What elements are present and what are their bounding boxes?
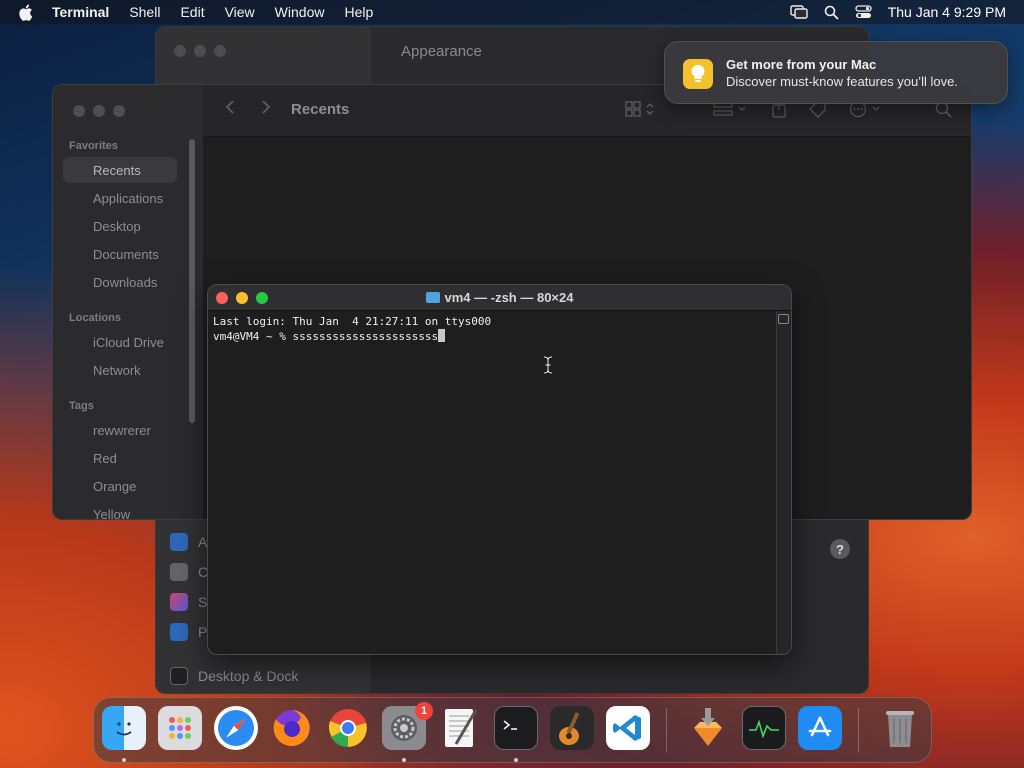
help-button[interactable]: ? xyxy=(830,539,850,559)
menu-help[interactable]: Help xyxy=(344,4,373,20)
close-button[interactable] xyxy=(174,45,186,57)
dock-vscode-icon[interactable] xyxy=(606,706,650,750)
screen-mirroring-icon[interactable] xyxy=(790,5,808,19)
tips-lightbulb-icon xyxy=(683,59,713,89)
dock-finder-icon[interactable] xyxy=(102,706,146,750)
folder-icon xyxy=(425,292,440,303)
dock-garageband-icon[interactable] xyxy=(550,706,594,750)
dock-textedit-icon[interactable] xyxy=(438,706,482,750)
terminal-title: vm4 — -zsh — 80×24 xyxy=(208,290,791,305)
dock-safari-icon[interactable] xyxy=(214,706,258,750)
sidebar-item-recents[interactable]: Recents xyxy=(63,157,177,183)
group-icon[interactable] xyxy=(713,101,749,122)
sidebar-item-tag-rewwrerer[interactable]: rewwrerer xyxy=(63,417,177,443)
settings-item-desktop-dock[interactable]: Desktop & Dock xyxy=(170,661,298,691)
sidebar-item-documents[interactable]: Documents xyxy=(63,241,177,267)
sidebar-section-locations: Locations xyxy=(69,312,121,324)
menu-window[interactable]: Window xyxy=(275,4,325,20)
control-center-icon xyxy=(170,563,188,581)
dock-running-indicator xyxy=(122,758,126,762)
dock-separator xyxy=(858,708,859,752)
menu-bar: Terminal Shell Edit View Window Help Thu… xyxy=(0,0,1024,24)
sidebar-item-applications[interactable]: Applications xyxy=(63,185,177,211)
accessibility-icon xyxy=(170,533,188,551)
typed-command: ssssssssssssssssssssss xyxy=(292,330,439,343)
sidebar-item-network[interactable]: Network xyxy=(63,357,177,383)
control-center-icon[interactable] xyxy=(855,5,872,19)
privacy-hand-icon xyxy=(170,623,188,641)
finder-traffic-lights xyxy=(73,105,125,117)
dock-terminal-icon[interactable] xyxy=(494,706,538,750)
dock-running-indicator xyxy=(402,758,406,762)
sidebar-item-desktop[interactable]: Desktop xyxy=(63,213,177,239)
terminal-window[interactable]: vm4 — -zsh — 80×24 Last login: Thu Jan 4… xyxy=(207,284,792,655)
zoom-button[interactable] xyxy=(113,105,125,117)
desktop-dock-icon xyxy=(170,667,188,685)
close-button[interactable] xyxy=(73,105,85,117)
menu-edit[interactable]: Edit xyxy=(180,4,204,20)
zoom-button[interactable] xyxy=(214,45,226,57)
dock-firefox-icon[interactable] xyxy=(270,706,314,750)
menubar-clock[interactable]: Thu Jan 4 9:29 PM xyxy=(888,4,1006,20)
siri-icon xyxy=(170,593,188,611)
back-chevron-icon[interactable] xyxy=(225,99,235,120)
sidebar-section-favorites: Favorites xyxy=(69,140,118,152)
text-cursor xyxy=(438,329,446,342)
terminal-scrollbar[interactable] xyxy=(776,311,791,654)
sidebar-item-downloads[interactable]: Downloads xyxy=(63,269,177,295)
settings-pane-title: Appearance xyxy=(401,43,482,60)
sidebar-scrollbar[interactable] xyxy=(189,139,195,423)
ibeam-cursor-icon xyxy=(542,355,554,379)
minimize-button[interactable] xyxy=(93,105,105,117)
split-pane-icon[interactable] xyxy=(778,314,789,324)
dock-app-store-icon[interactable] xyxy=(798,706,842,750)
dock-chrome-icon[interactable] xyxy=(326,706,370,750)
notification-title: Get more from your Mac xyxy=(726,57,877,72)
menu-shell[interactable]: Shell xyxy=(129,4,160,20)
menu-view[interactable]: View xyxy=(225,4,255,20)
dock-separator xyxy=(666,708,667,752)
minimize-button[interactable] xyxy=(194,45,206,57)
dock-installer-icon[interactable] xyxy=(686,706,730,750)
spotlight-search-icon[interactable] xyxy=(824,5,839,20)
apple-menu-icon[interactable] xyxy=(18,4,38,21)
settings-notification-badge: 1 xyxy=(415,702,433,720)
menu-app-terminal[interactable]: Terminal xyxy=(52,4,109,20)
sidebar-item-tag-orange[interactable]: Orange xyxy=(63,473,177,499)
notification-body: Discover must-know features you’ll love. xyxy=(726,74,958,89)
search-icon[interactable] xyxy=(935,101,953,124)
dock-launchpad-icon[interactable] xyxy=(158,706,202,750)
sidebar-item-icloud-drive[interactable]: iCloud Drive xyxy=(63,329,177,355)
settings-traffic-lights xyxy=(174,45,226,57)
finder-window-title: Recents xyxy=(291,101,350,118)
view-grid-icon[interactable] xyxy=(625,101,655,122)
sidebar-section-tags: Tags xyxy=(69,400,94,412)
sidebar-item-tag-yellow[interactable]: Yellow xyxy=(63,501,177,520)
dock-activity-monitor-icon[interactable] xyxy=(742,706,786,750)
notification-banner[interactable]: Get more from your Mac Discover must-kno… xyxy=(664,41,1008,104)
forward-chevron-icon[interactable] xyxy=(261,99,271,120)
terminal-output[interactable]: Last login: Thu Jan 4 21:27:11 on ttys00… xyxy=(213,315,491,344)
shell-prompt: vm4@VM4 ~ % xyxy=(213,330,293,343)
sidebar-item-tag-red[interactable]: Red xyxy=(63,445,177,471)
dock: 1 xyxy=(93,697,932,763)
last-login-line: Last login: Thu Jan 4 21:27:11 on ttys00… xyxy=(213,315,492,328)
dock-running-indicator xyxy=(514,758,518,762)
dock-trash-icon[interactable] xyxy=(878,706,922,750)
